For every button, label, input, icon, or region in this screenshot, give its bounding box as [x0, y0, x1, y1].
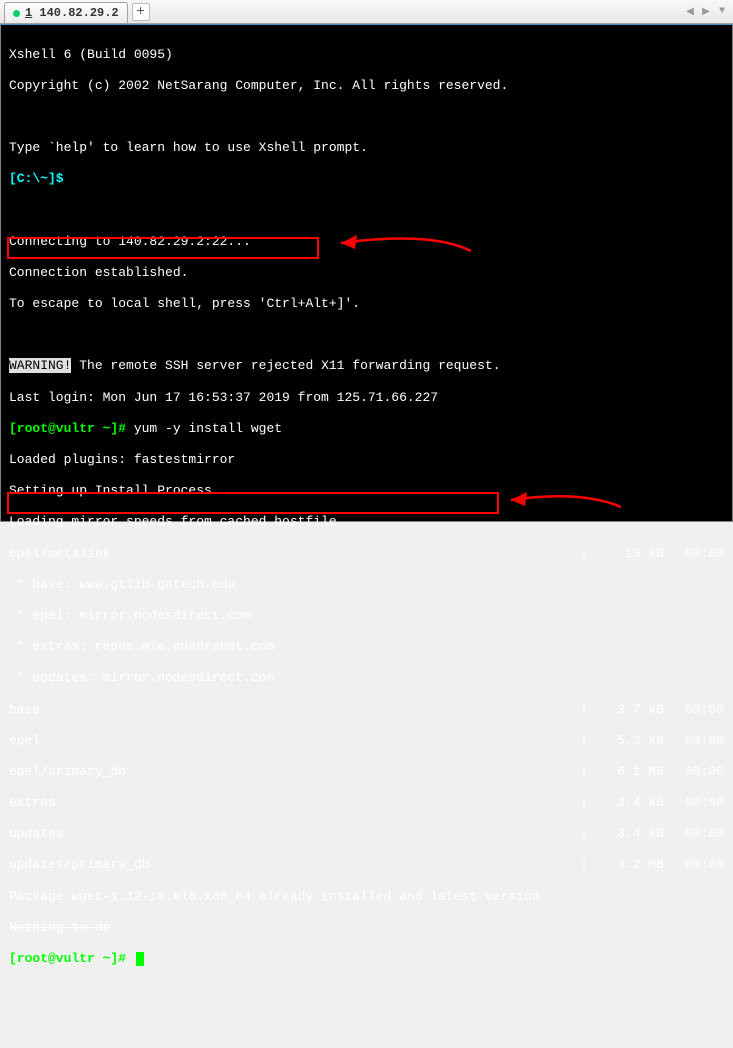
- help-line: Type `help' to learn how to use Xshell p…: [9, 140, 724, 156]
- tab-bar: 1 140.82.29.2 + ◀ ▶ ▼: [0, 0, 733, 24]
- local-prompt: [C:\~]$: [9, 171, 64, 186]
- prompt-line-2: [root@vultr ~]#: [9, 951, 724, 967]
- mirror-base: * base: www.gtlib.gatech.edu: [9, 577, 724, 593]
- warning-line: WARNING! The remote SSH server rejected …: [9, 358, 724, 374]
- yum-1: Loaded plugins: fastestmirror: [9, 452, 724, 468]
- tab-menu-icon[interactable]: ▼: [715, 3, 729, 21]
- yum-2: Setting up Install Process: [9, 483, 724, 499]
- result-2: Nothing to do: [9, 920, 724, 936]
- prompt-line-1: [root@vultr ~]# yum -y install wget: [9, 421, 724, 437]
- mirror-epel: * epel: mirror.nodesdirect.com: [9, 608, 724, 624]
- terminal-output[interactable]: Xshell 6 (Build 0095) Copyright (c) 2002…: [0, 24, 733, 522]
- repo-row: extras|3.4 kB00:00: [9, 795, 724, 811]
- repo-row: epel/metalink|19 kB00:00: [9, 546, 724, 562]
- tab-active[interactable]: 1 140.82.29.2: [4, 2, 128, 23]
- result-1: Package wget-1.12-10.el6.x86_64 already …: [9, 889, 724, 905]
- yum-3: Loading mirror speeds from cached hostfi…: [9, 514, 724, 530]
- tab-label: 1 140.82.29.2: [25, 6, 119, 20]
- mirror-updates: * updates: mirror.nodesdirect.com: [9, 670, 724, 686]
- repo-row: epel|5.3 kB00:00: [9, 733, 724, 749]
- connecting-2: Connection established.: [9, 265, 724, 281]
- app-title: Xshell 6 (Build 0095): [9, 47, 724, 63]
- tab-nav: ◀ ▶ ▼: [683, 3, 729, 21]
- cursor-icon: [136, 952, 144, 966]
- tab-next-icon[interactable]: ▶: [699, 3, 713, 21]
- repo-row: updates/primary_db|4.2 MB00:00: [9, 857, 724, 873]
- tab-prev-icon[interactable]: ◀: [683, 3, 697, 21]
- last-login: Last login: Mon Jun 17 16:53:37 2019 fro…: [9, 390, 724, 406]
- warning-tag: WARNING!: [9, 358, 71, 373]
- repo-row: epel/primary_db|6.1 MB00:00: [9, 764, 724, 780]
- connecting-1: Connecting to 140.82.29.2:22...: [9, 234, 724, 250]
- status-dot-icon: [13, 10, 20, 17]
- mirror-extras: * extras: repos.mia.quadranet.com: [9, 639, 724, 655]
- repo-row: base|3.7 kB00:00: [9, 702, 724, 718]
- repo-row: updates|3.4 kB00:00: [9, 826, 724, 842]
- add-tab-button[interactable]: +: [132, 3, 150, 21]
- copyright: Copyright (c) 2002 NetSarang Computer, I…: [9, 78, 724, 94]
- connecting-3: To escape to local shell, press 'Ctrl+Al…: [9, 296, 724, 312]
